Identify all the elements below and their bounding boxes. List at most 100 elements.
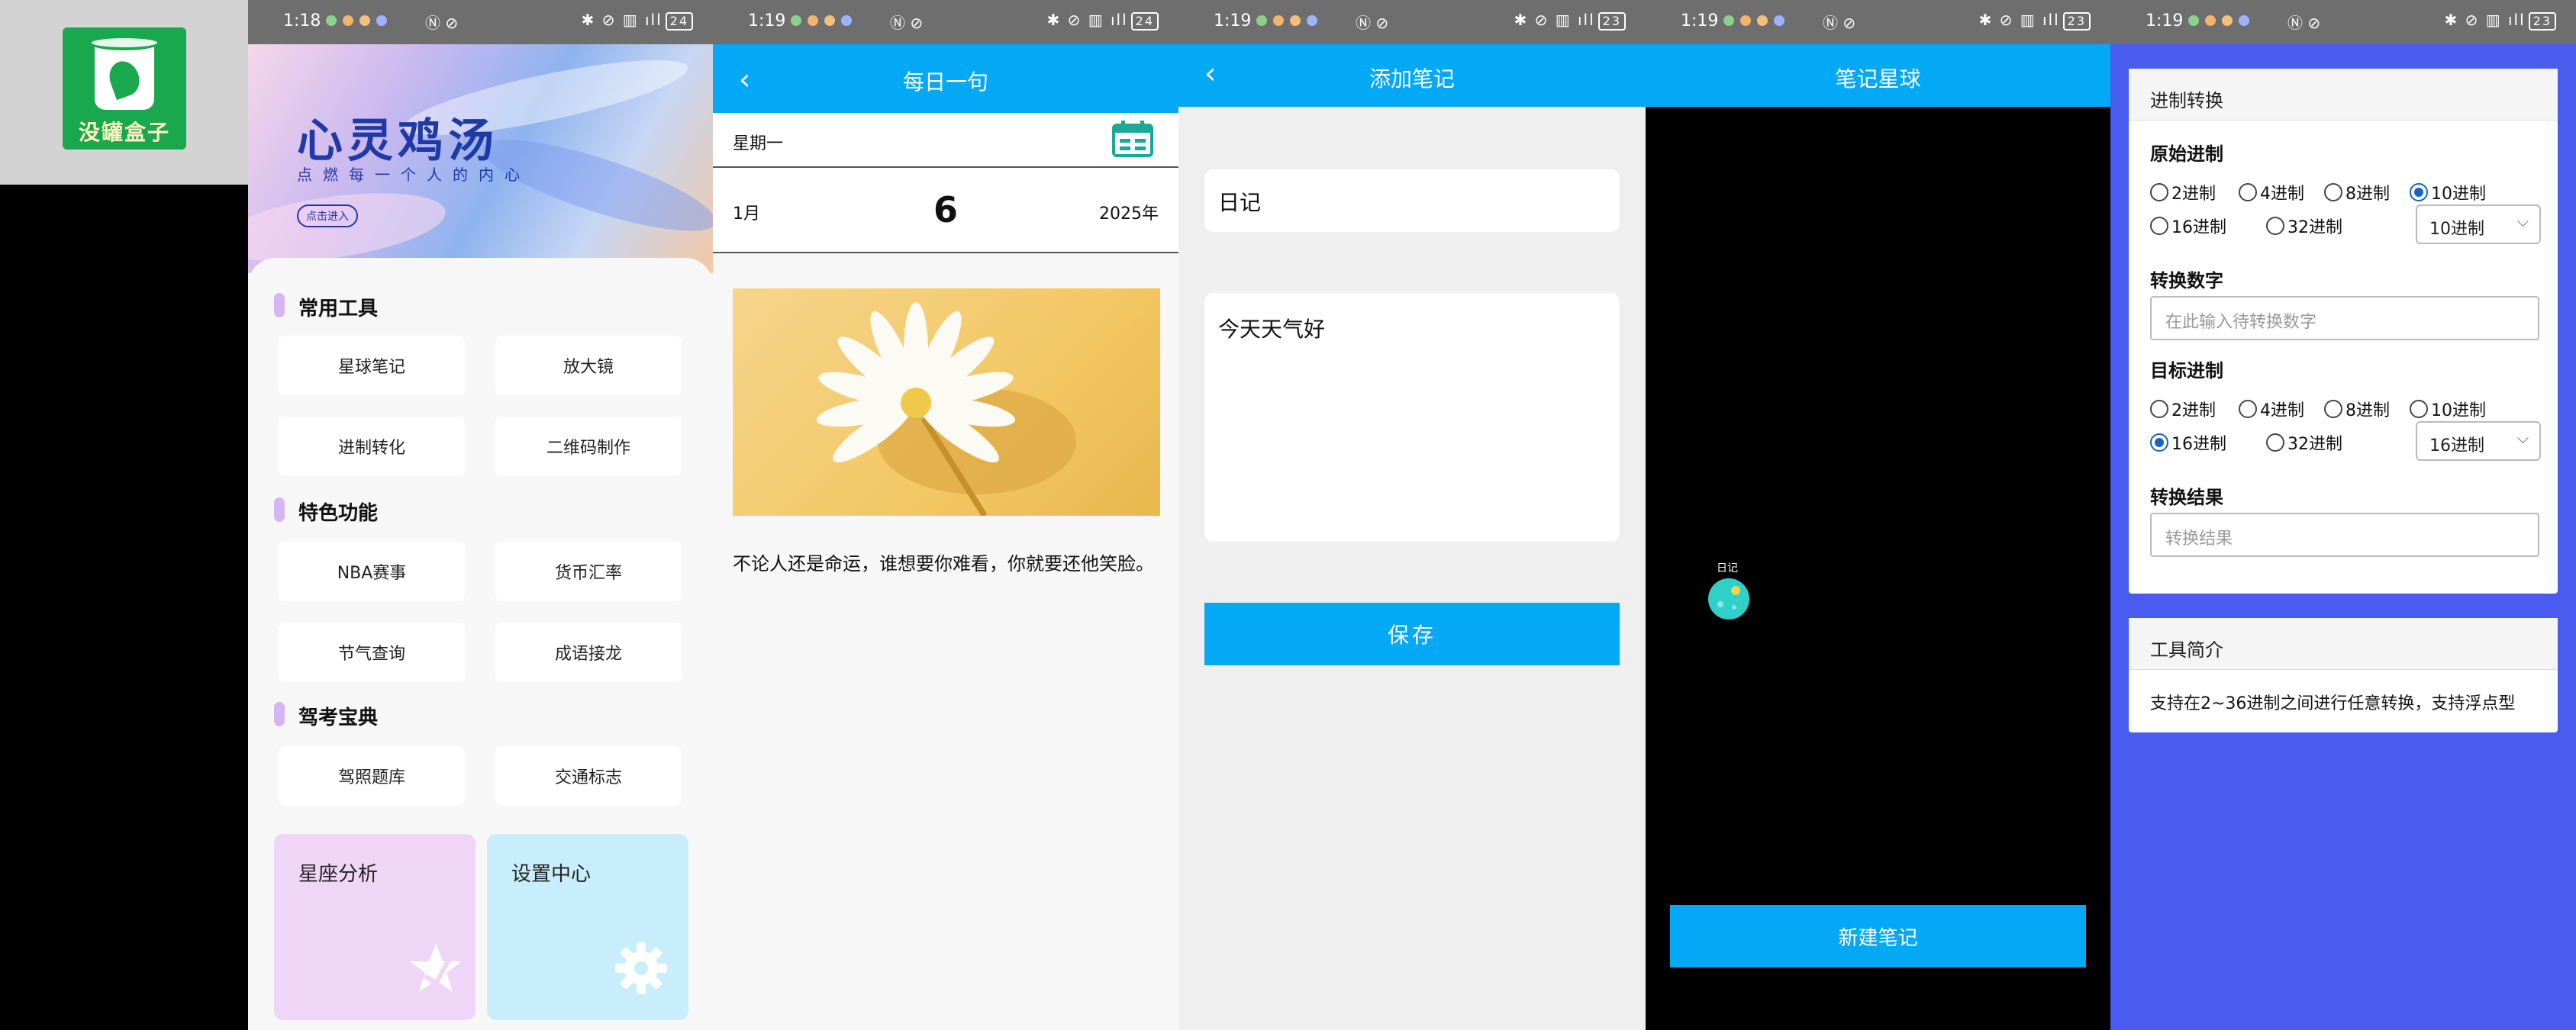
panel-title: 进制转换	[2129, 69, 2558, 121]
weekday-label: 星期一	[733, 134, 784, 153]
target-radix-label: 目标进制	[2150, 360, 2223, 381]
target-radix-select[interactable]: 16进制	[2416, 421, 2541, 461]
notification-icons	[791, 15, 852, 26]
tool-currency-button[interactable]: 货币汇率	[495, 542, 682, 601]
note-planet-screen: 1:19 Ⓝ ⊘ ✱ ⊘ ▥ ıll 23 笔记星球 日记 新建笔记	[1646, 0, 2110, 1030]
note-title-input[interactable]: 日记	[1204, 169, 1620, 232]
gear-icon	[615, 942, 667, 994]
target-radix-16[interactable]: 16进制	[2150, 430, 2226, 455]
target-radix-32[interactable]: 32进制	[2266, 430, 2342, 455]
source-radix-10[interactable]: 10进制	[2410, 180, 2486, 204]
status-time: 1:19	[2146, 11, 2184, 31]
status-time: 1:19	[748, 11, 786, 31]
can-lid-icon	[89, 35, 160, 50]
banner-enter-button[interactable]: 点击进入	[297, 204, 358, 227]
nfc-icon: Ⓝ ⊘	[890, 14, 924, 32]
planet-label: 日记	[1717, 562, 1738, 575]
signal-icons: ✱ ⊘ ▥ ıll 23	[2444, 11, 2556, 31]
radix-panel: 进制转换 原始进制 2进制 4进制 8进制 10进制 16进制 32进制 10进…	[2129, 69, 2558, 594]
target-radix-10[interactable]: 10进制	[2410, 397, 2486, 421]
home-screen: 1:18 Ⓝ ⊘ ✱ ⊘ ▥ ıll 24 心灵鸡汤 点燃每一个人的内心 点击进入…	[248, 0, 713, 1030]
save-button[interactable]: 保存	[1204, 603, 1620, 665]
year-label: 2025年	[1099, 204, 1159, 224]
battery-icon: 23	[2062, 12, 2091, 31]
soul-soup-banner[interactable]: 心灵鸡汤 点燃每一个人的内心 点击进入	[248, 44, 713, 274]
notification-icons	[1256, 15, 1317, 26]
status-bar: 1:19 Ⓝ ⊘ ✱ ⊘ ▥ ıll 24	[713, 0, 1178, 44]
status-bar: 1:19 Ⓝ ⊘ ✱ ⊘ ▥ ıll 23	[1646, 0, 2110, 44]
tool-radix-convert-button[interactable]: 进制转化	[279, 417, 465, 476]
signal-icons: ✱ ⊘ ▥ ıll 24	[1046, 11, 1159, 31]
tool-traffic-sign-button[interactable]: 交通标志	[495, 746, 682, 806]
notification-icons	[326, 15, 387, 26]
zodiac-card[interactable]: 星座分析	[274, 834, 476, 1020]
daily-quote-text: 不论人还是命运，谁想要你难看，你就要还他笑脸。	[733, 553, 1154, 575]
page-title: 添加笔记	[1369, 66, 1455, 92]
intro-text: 支持在2~36进制之间进行任意转换，支持浮点型	[2150, 694, 2516, 713]
header: ‹ 每日一句	[713, 44, 1178, 113]
battery-icon: 23	[2528, 12, 2556, 31]
banner-subtitle: 点燃每一个人的内心	[297, 166, 530, 184]
status-time: 1:18	[283, 11, 321, 31]
status-time: 1:19	[1214, 11, 1252, 31]
battery-icon: 24	[1130, 12, 1159, 31]
intro-panel: 工具简介 支持在2~36进制之间进行任意转换，支持浮点型	[2129, 618, 2558, 732]
home-content: 常用工具 星球笔记 放大镜 进制转化 二维码制作 特色功能 NBA赛事 货币汇率…	[248, 258, 713, 1030]
add-note-screen: 1:19 Ⓝ ⊘ ✱ ⊘ ▥ ıll 23 ‹ 添加笔记 日记 今天天气好 保存	[1178, 0, 1646, 1030]
section-marker	[274, 702, 285, 726]
notification-icons	[2188, 15, 2249, 26]
status-bar: 1:19 Ⓝ ⊘ ✱ ⊘ ▥ ıll 23	[2110, 0, 2576, 44]
tool-license-quiz-button[interactable]: 驾照题库	[279, 746, 465, 806]
header: ‹ 添加笔记	[1178, 44, 1646, 107]
tool-solar-term-button[interactable]: 节气查询	[279, 623, 465, 682]
result-output: 转换结果	[2150, 513, 2539, 557]
intro-title: 工具简介	[2129, 618, 2558, 670]
target-radix-2[interactable]: 2进制	[2150, 397, 2216, 421]
planet-icon[interactable]	[1707, 577, 1751, 621]
new-note-button[interactable]: 新建笔记	[1670, 905, 2086, 967]
source-radix-8[interactable]: 8进制	[2324, 180, 2390, 204]
number-label: 转换数字	[2150, 270, 2223, 291]
signal-icons: ✱ ⊘ ▥ ıll 23	[1978, 11, 2091, 31]
section-title-featured: 特色功能	[298, 502, 379, 525]
radix-convert-screen: 1:19 Ⓝ ⊘ ✱ ⊘ ▥ ıll 23 进制转换 原始进制 2进制 4进制 8…	[2110, 0, 2576, 1030]
nfc-icon: Ⓝ ⊘	[1356, 14, 1389, 32]
page-title: 每日一句	[902, 69, 988, 95]
calendar-icon[interactable]	[1111, 119, 1154, 159]
battery-icon: 23	[1598, 12, 1626, 31]
daily-quote-screen: 1:19 Ⓝ ⊘ ✱ ⊘ ▥ ıll 24 ‹ 每日一句 星期一 1月 6 202…	[713, 0, 1178, 1030]
source-radix-4[interactable]: 4进制	[2239, 180, 2304, 204]
source-radix-select[interactable]: 10进制	[2416, 204, 2541, 244]
weekday-row: 星期一	[713, 113, 1178, 168]
signal-icons: ✱ ⊘ ▥ ıll 24	[581, 11, 693, 31]
settings-card-label: 设置中心	[511, 863, 592, 886]
header: 笔记星球	[1646, 44, 2110, 107]
logo-text: 没罐盒子	[78, 120, 170, 145]
tool-idiom-button[interactable]: 成语接龙	[495, 623, 682, 682]
tool-qrcode-button[interactable]: 二维码制作	[495, 417, 682, 476]
signal-icons: ✱ ⊘ ▥ ıll 23	[1514, 11, 1626, 31]
source-radix-16[interactable]: 16进制	[2150, 214, 2226, 238]
star-icon	[410, 944, 462, 992]
note-content-textarea[interactable]: 今天天气好	[1204, 293, 1620, 542]
tool-magnifier-button[interactable]: 放大镜	[495, 336, 682, 395]
source-radix-32[interactable]: 32进制	[2266, 214, 2342, 238]
settings-card[interactable]: 设置中心	[487, 834, 688, 1020]
result-label: 转换结果	[2150, 487, 2223, 508]
date-row: 1月 6 2025年	[713, 168, 1178, 253]
section-marker	[274, 293, 285, 317]
zodiac-card-label: 星座分析	[298, 863, 379, 886]
daisy-flower-icon	[816, 302, 1076, 516]
source-radix-2[interactable]: 2进制	[2150, 180, 2216, 204]
number-input[interactable]: 在此输入待转换数字	[2150, 296, 2539, 340]
nfc-icon: Ⓝ ⊘	[2287, 14, 2321, 32]
nfc-icon: Ⓝ ⊘	[425, 14, 459, 32]
section-title-common: 常用工具	[298, 298, 379, 320]
tool-planet-notes-button[interactable]: 星球笔记	[279, 336, 465, 395]
banner-title: 心灵鸡汤	[297, 114, 498, 168]
page-title: 笔记星球	[1835, 66, 1921, 92]
target-radix-8[interactable]: 8进制	[2324, 397, 2390, 421]
target-radix-4[interactable]: 4进制	[2239, 397, 2304, 421]
tool-nba-button[interactable]: NBA赛事	[279, 542, 465, 601]
nfc-icon: Ⓝ ⊘	[1823, 14, 1856, 32]
